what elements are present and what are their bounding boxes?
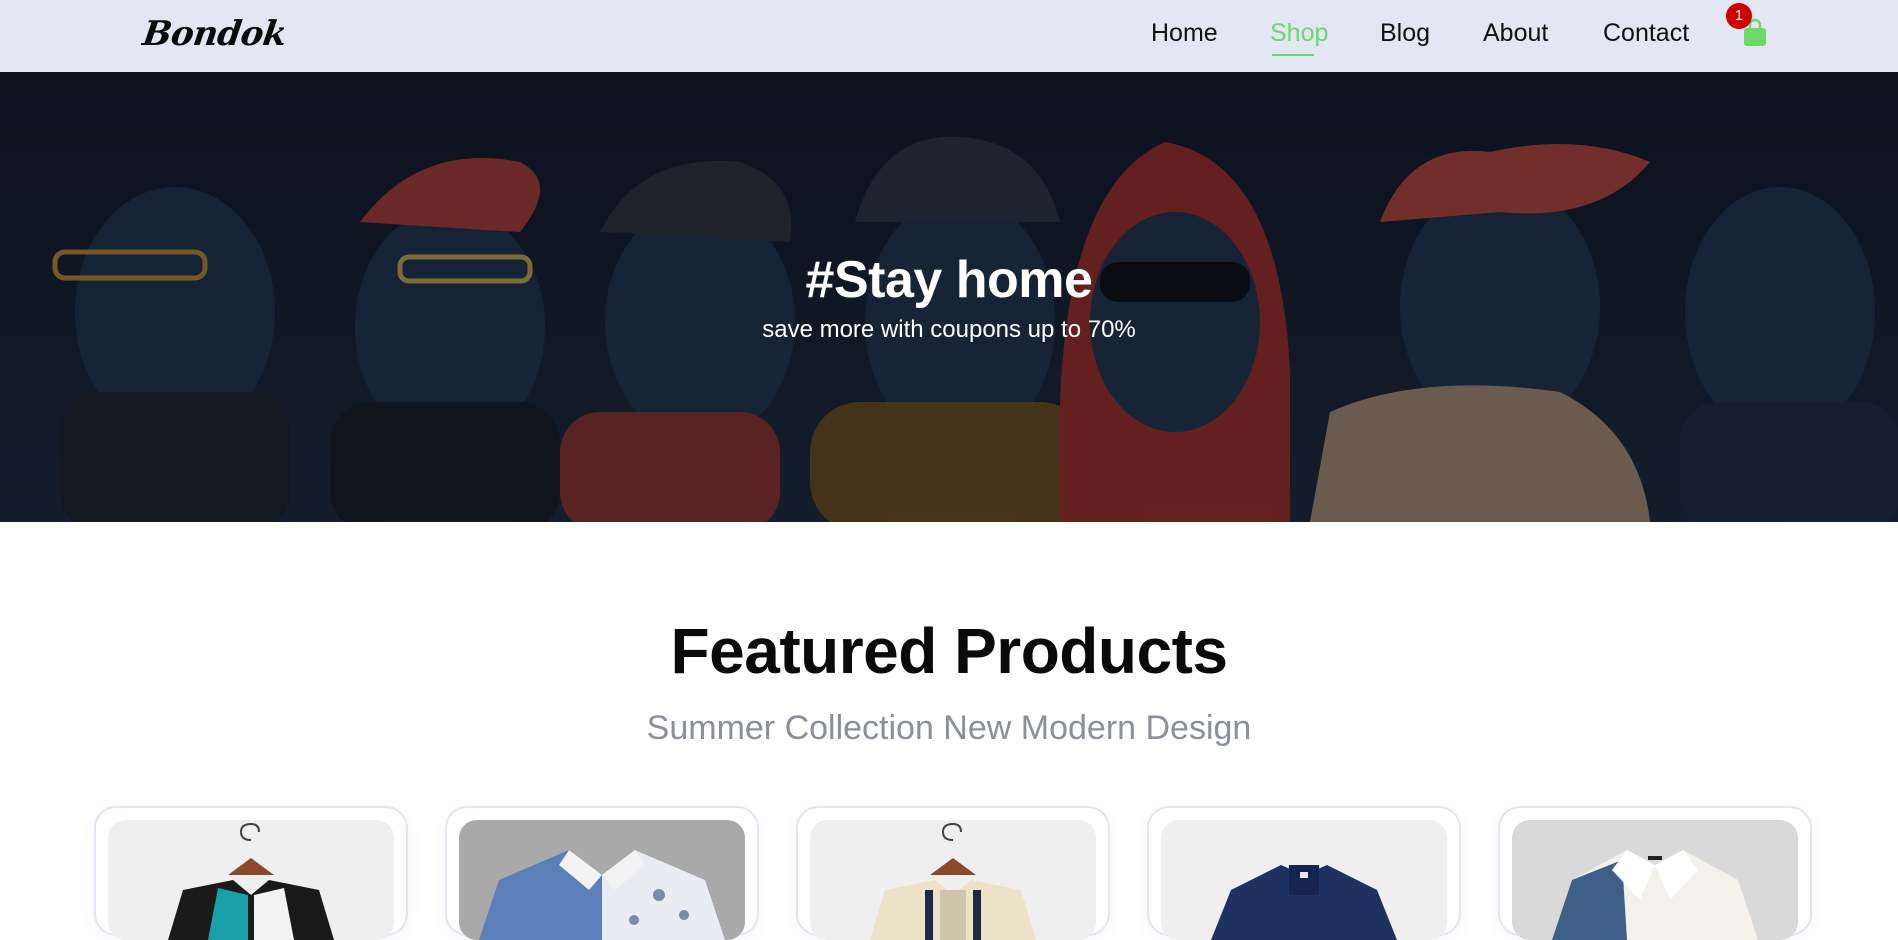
main-nav: Home Shop Blog About Contact (0, 0, 1898, 72)
product-image (1512, 820, 1798, 940)
product-image (459, 820, 745, 940)
nav-about[interactable]: About (1483, 19, 1548, 48)
product-card[interactable] (1498, 806, 1812, 940)
cart-count-badge: 1 (1726, 3, 1752, 29)
product-image (108, 820, 394, 940)
featured-subtitle: Summer Collection New Modern Design (646, 709, 1252, 747)
product-card[interactable] (445, 806, 759, 940)
hero-title: #Stay home (805, 251, 1093, 309)
hero-subtitle: save more with coupons up to 70% (762, 316, 1136, 343)
product-card[interactable] (796, 806, 1110, 940)
product-card[interactable] (1147, 806, 1461, 940)
nav-blog[interactable]: Blog (1380, 19, 1430, 48)
site-header: Bondok Home Shop Blog About Contact 1 (0, 0, 1898, 72)
product-image (810, 820, 1096, 940)
nav-shop[interactable]: Shop (1270, 19, 1328, 56)
nav-home[interactable]: Home (1151, 19, 1218, 48)
nav-contact[interactable]: Contact (1603, 19, 1689, 48)
product-image (1161, 820, 1447, 940)
product-card[interactable] (94, 806, 408, 940)
featured-title: Featured Products (670, 615, 1228, 687)
hero-banner: #Stay home save more with coupons up to … (0, 72, 1898, 522)
